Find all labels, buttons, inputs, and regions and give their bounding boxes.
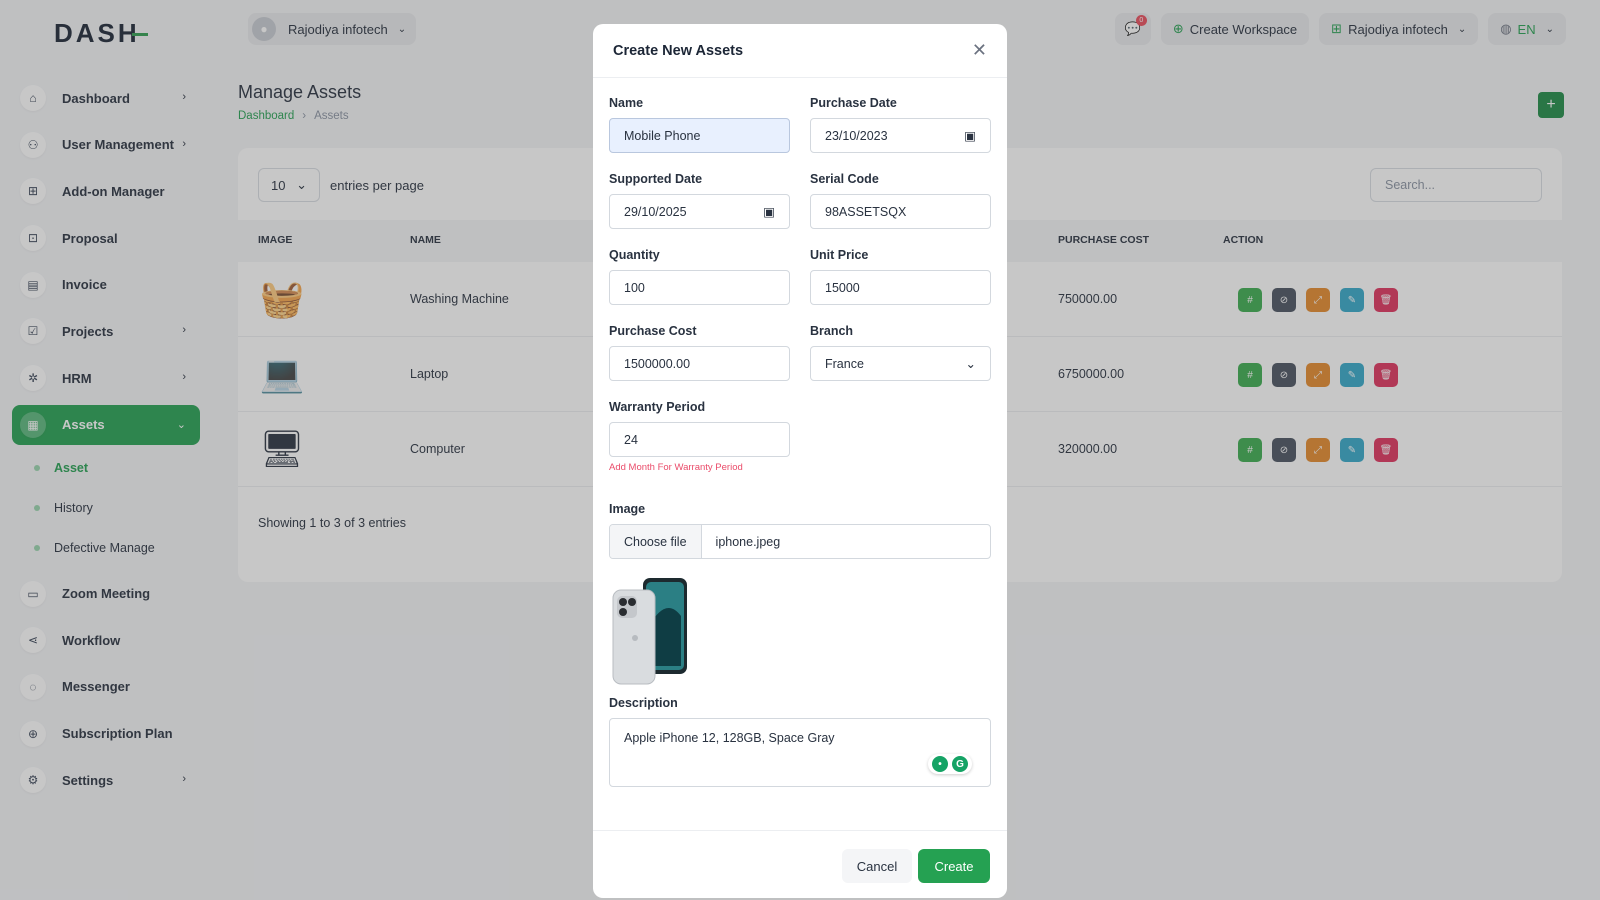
unit-price-label: Unit Price — [810, 248, 869, 262]
image-label: Image — [609, 502, 646, 516]
quantity-label: Quantity — [609, 248, 660, 262]
supported-date-value: 29/10/2025 — [624, 204, 687, 219]
supported-date-field-group: Supported Date 29/10/2025 ▣ — [609, 172, 790, 229]
name-field-group: Name Mobile Phone — [609, 96, 790, 153]
close-icon[interactable]: ✕ — [972, 40, 987, 61]
chevron-down-icon: ⌄ — [965, 357, 976, 371]
purchase-date-value: 23/10/2023 — [825, 128, 888, 143]
name-value: Mobile Phone — [624, 128, 701, 143]
serial-code-label: Serial Code — [810, 172, 879, 186]
warranty-label: Warranty Period — [609, 400, 706, 414]
cancel-button[interactable]: Cancel — [842, 849, 912, 883]
branch-field-group: Branch France ⌄ — [810, 324, 991, 381]
modal-header: Create New Assets ✕ — [593, 24, 1007, 78]
unit-price-input[interactable]: 15000 — [810, 270, 991, 305]
supported-date-label: Supported Date — [609, 172, 703, 186]
supported-date-input[interactable]: 29/10/2025 ▣ — [609, 194, 790, 229]
phone-image — [612, 578, 687, 685]
quantity-field-group: Quantity 100 — [609, 248, 790, 305]
purchase-date-input[interactable]: 23/10/2023 ▣ — [810, 118, 991, 153]
modal-title: Create New Assets — [613, 42, 744, 59]
description-textarea[interactable]: Apple iPhone 12, 128GB, Space Gray • G — [609, 718, 991, 787]
branch-label: Branch — [810, 324, 854, 338]
purchase-cost-input[interactable]: 1500000.00 — [609, 346, 790, 381]
image-preview — [611, 576, 691, 686]
create-asset-modal: Create New Assets ✕ Name Mobile Phone Pu… — [593, 24, 1007, 898]
name-label: Name — [609, 96, 644, 110]
purchase-cost-label: Purchase Cost — [609, 324, 697, 338]
quantity-input[interactable]: 100 — [609, 270, 790, 305]
grammarly-icon[interactable]: G — [952, 756, 968, 772]
serial-code-input[interactable]: 98ASSETSQX — [810, 194, 991, 229]
purchase-cost-value: 1500000.00 — [624, 356, 691, 371]
image-file-input[interactable]: Choose file iphone.jpeg — [609, 524, 991, 559]
grammar-widget[interactable]: • G — [928, 754, 972, 774]
name-input[interactable]: Mobile Phone — [609, 118, 790, 153]
quantity-value: 100 — [624, 280, 645, 295]
serial-code-field-group: Serial Code 98ASSETSQX — [810, 172, 991, 229]
purchase-date-field-group: Purchase Date 23/10/2023 ▣ — [810, 96, 991, 153]
file-name: iphone.jpeg — [715, 534, 781, 549]
purchase-date-label: Purchase Date — [810, 96, 897, 110]
lightbulb-icon[interactable]: • — [932, 756, 948, 772]
serial-code-value: 98ASSETSQX — [825, 204, 907, 219]
warranty-input[interactable]: 24 — [609, 422, 790, 457]
calendar-icon[interactable]: ▣ — [964, 128, 976, 143]
modal-footer: Cancel Create — [593, 830, 1007, 898]
image-field-group: Image Choose file iphone.jpeg — [609, 502, 991, 559]
create-button[interactable]: Create — [918, 849, 990, 883]
branch-select[interactable]: France ⌄ — [810, 346, 991, 381]
purchase-cost-field-group: Purchase Cost 1500000.00 — [609, 324, 790, 381]
unit-price-field-group: Unit Price 15000 — [810, 248, 991, 305]
warranty-value: 24 — [624, 432, 638, 447]
description-label: Description — [609, 696, 678, 710]
warranty-hint: Add Month For Warranty Period — [609, 462, 743, 473]
description-value: Apple iPhone 12, 128GB, Space Gray — [624, 731, 835, 745]
calendar-icon[interactable]: ▣ — [763, 204, 775, 219]
branch-value: France — [825, 356, 864, 371]
unit-price-value: 15000 — [825, 280, 860, 295]
choose-file-button[interactable]: Choose file — [610, 525, 702, 558]
description-field-group: Description Apple iPhone 12, 128GB, Spac… — [609, 696, 991, 787]
warranty-field-group: Warranty Period 24 Add Month For Warrant… — [609, 400, 790, 473]
